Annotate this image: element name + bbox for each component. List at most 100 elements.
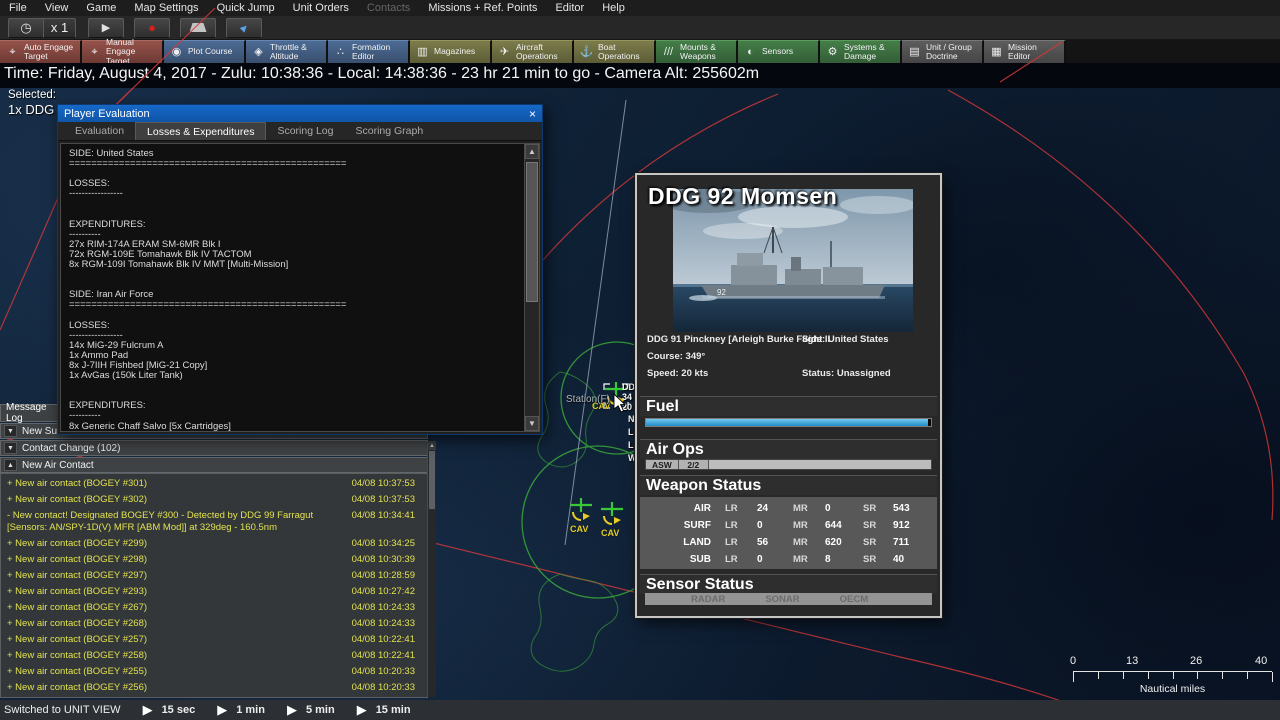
message-log-panel: Message Log ▼ New Surface Contact ▼ Cont… xyxy=(0,402,437,700)
message-row[interactable]: + New air contact (BOGEY #258) 04/08 10:2… xyxy=(1,648,427,664)
message-row[interactable]: + New air contact (BOGEY #256) 04/08 10:2… xyxy=(1,680,427,696)
play-icon[interactable]: ▶ xyxy=(217,702,227,718)
unit-symbol-cav-b[interactable]: CAV xyxy=(570,498,592,534)
plot-course-button[interactable]: ◉ Plot Course xyxy=(164,40,246,63)
message-row[interactable]: + New air contact (BOGEY #299) 04/08 10:3… xyxy=(1,536,427,552)
group-contact-change[interactable]: ▼ Contact Change (102) xyxy=(0,440,428,456)
weapon-count: 0 xyxy=(757,520,763,531)
menu-item-map-settings[interactable]: Map Settings xyxy=(125,0,207,16)
menu-item-game[interactable]: Game xyxy=(77,0,125,16)
air-ops-header: Air Ops xyxy=(640,439,937,459)
unit-title: DDG 92 Momsen xyxy=(648,183,838,209)
unit-info-panel: 92 DDG 92 Momsen DDG 91 Pinckney [Arleig… xyxy=(634,172,943,619)
close-icon[interactable]: × xyxy=(529,108,536,120)
menu-item-quick-jump[interactable]: Quick Jump xyxy=(208,0,284,16)
auto-engage-target-button[interactable]: ⌖ Auto Engage Target xyxy=(0,40,82,63)
throttle-altitude-icon: ◈ xyxy=(254,45,263,58)
record-button[interactable]: ● xyxy=(134,17,170,38)
boat-operations-button[interactable]: ⚓ Boat Operations xyxy=(574,40,656,63)
ruler-tick xyxy=(1097,672,1099,679)
play-icon[interactable]: ▶ xyxy=(357,702,367,718)
unit-summary: DDG 91 Pinckney [Arleigh Burke Flight II… xyxy=(647,334,932,385)
datablock-fragment: L xyxy=(628,440,634,450)
tab-losses-expenditures[interactable]: Losses & Expenditures xyxy=(135,122,267,140)
mission-editor-button[interactable]: ▦ Mission Editor xyxy=(984,40,1066,63)
aircraft-operations-button[interactable]: ✈ Aircraft Operations xyxy=(492,40,574,63)
collapse-icon[interactable]: ▲ xyxy=(4,459,17,471)
time-compression-group: ◷ x 1 xyxy=(8,17,76,38)
weapon-count: 40 xyxy=(893,554,905,565)
window-titlebar[interactable]: Player Evaluation × xyxy=(58,105,542,122)
weapon-row-land: LAND LR 56 MR 620 SR 711 xyxy=(640,534,937,551)
hull-number: 92 xyxy=(717,288,726,297)
speed-preset-15-sec[interactable]: 15 sec xyxy=(162,704,196,716)
message-row[interactable]: + New air contact (BOGEY #301) 04/08 10:3… xyxy=(1,476,427,492)
message-row[interactable]: + New air contact (BOGEY #298) 04/08 10:3… xyxy=(1,552,427,568)
group-new-air-contact[interactable]: ▲ New Air Contact xyxy=(0,457,428,473)
scale-ruler xyxy=(1073,671,1273,682)
speed-preset-5-min[interactable]: 5 min xyxy=(306,704,335,716)
message-row[interactable]: + New air contact (BOGEY #255) 04/08 10:2… xyxy=(1,664,427,680)
range-col-label: SR xyxy=(863,537,877,548)
sensors-button[interactable]: ◐ Sensors xyxy=(738,40,820,63)
air-ops-cell: 2/2 xyxy=(678,460,709,470)
message-log-tab[interactable]: Message Log xyxy=(0,402,62,424)
menu-item-help[interactable]: Help xyxy=(593,0,634,16)
message-row[interactable]: + New air contact (BOGEY #267) 04/08 10:2… xyxy=(1,600,427,616)
throttle-altitude-button[interactable]: ◈ Throttle & Altitude xyxy=(246,40,328,63)
play-button[interactable]: ▶ xyxy=(88,17,124,38)
magazines-button[interactable]: ▥ Magazines xyxy=(410,40,492,63)
menu-item-editor[interactable]: Editor xyxy=(546,0,593,16)
tab-evaluation[interactable]: Evaluation xyxy=(64,122,135,140)
message-row[interactable]: + New air contact (BOGEY #268) 04/08 10:2… xyxy=(1,616,427,632)
mounts-weapons-button[interactable]: /// Mounts & Weapons xyxy=(656,40,738,63)
evaluation-scrollbar[interactable]: ▲ ▼ xyxy=(524,144,539,431)
message-timestamp: 04/08 10:34:25 xyxy=(351,538,415,549)
record-icon: ● xyxy=(148,20,156,35)
unit-symbol-cav-c[interactable]: CAV xyxy=(601,502,623,538)
tab-scoring-log[interactable]: Scoring Log xyxy=(266,122,344,140)
collapse-icon[interactable]: ▼ xyxy=(4,425,17,437)
range-pad-button[interactable] xyxy=(180,17,216,38)
message-timestamp: 04/08 10:24:33 xyxy=(351,618,415,629)
scroll-up-icon[interactable]: ▲ xyxy=(525,144,539,159)
weapon-category: LAND xyxy=(683,537,711,548)
manual-engage-target-button[interactable]: ⌖ Manual Engage Target xyxy=(82,37,164,66)
tab-scoring-graph[interactable]: Scoring Graph xyxy=(345,122,435,140)
range-col-label: MR xyxy=(793,503,808,514)
message-row[interactable]: - New contact! Designated BOGEY #300 - D… xyxy=(1,508,427,536)
scroll-up-icon[interactable]: ▲ xyxy=(428,441,436,450)
speed-preset-1-min[interactable]: 1 min xyxy=(236,704,265,716)
play-icon[interactable]: ▶ xyxy=(143,702,153,718)
time-presets: ▶ 15 sec ▶ 1 min ▶ 5 min ▶ 15 min xyxy=(121,702,411,718)
menu-item-view[interactable]: View xyxy=(36,0,78,16)
message-row[interactable]: + New air contact (BOGEY #293) 04/08 10:2… xyxy=(1,584,427,600)
message-text: + New air contact (BOGEY #258) xyxy=(7,650,148,661)
pointer-button[interactable]: ► xyxy=(226,17,262,38)
scroll-down-icon[interactable]: ▼ xyxy=(525,416,539,431)
message-log-scrollbar[interactable]: ▲ xyxy=(427,441,436,697)
menu-item-missions-ref-points[interactable]: Missions + Ref. Points xyxy=(419,0,546,16)
menu-item-contacts: Contacts xyxy=(366,2,411,14)
play-icon: ▶ xyxy=(101,22,111,34)
speed-preset-15-min[interactable]: 15 min xyxy=(376,704,411,716)
message-row[interactable]: + New air contact (BOGEY #302) 04/08 10:3… xyxy=(1,492,427,508)
weapon-category: AIR xyxy=(693,503,711,514)
clock-button[interactable]: ◷ xyxy=(8,17,44,38)
play-icon[interactable]: ▶ xyxy=(287,702,297,718)
message-row[interactable]: + New air contact (BOGEY #297) 04/08 10:2… xyxy=(1,568,427,584)
message-row[interactable]: + New air contact (BOGEY #257) 04/08 10:2… xyxy=(1,632,427,648)
message-text: + New air contact (BOGEY #257) xyxy=(7,634,148,645)
unit-group-doctrine-button[interactable]: ▤ Unit / Group Doctrine xyxy=(902,40,984,63)
player-evaluation-window: Player Evaluation × Evaluation Losses & … xyxy=(57,104,543,435)
scrollbar-thumb[interactable] xyxy=(526,162,538,302)
menu-item-unit-orders[interactable]: Unit Orders xyxy=(284,0,358,16)
formation-editor-button[interactable]: ∴ Formation Editor xyxy=(328,40,410,63)
air-ops-bar: ASW 2/2 xyxy=(645,459,932,470)
weapon-count: 56 xyxy=(757,537,769,548)
menu-item-file[interactable]: File xyxy=(0,0,36,16)
systems-damage-button[interactable]: ⚙ Systems & Damage xyxy=(820,40,902,63)
scrollbar-thumb[interactable] xyxy=(429,451,435,509)
sim-toolbar: ◷ x 1 ▶ ● ► xyxy=(0,16,1280,40)
collapse-icon[interactable]: ▼ xyxy=(4,442,17,454)
